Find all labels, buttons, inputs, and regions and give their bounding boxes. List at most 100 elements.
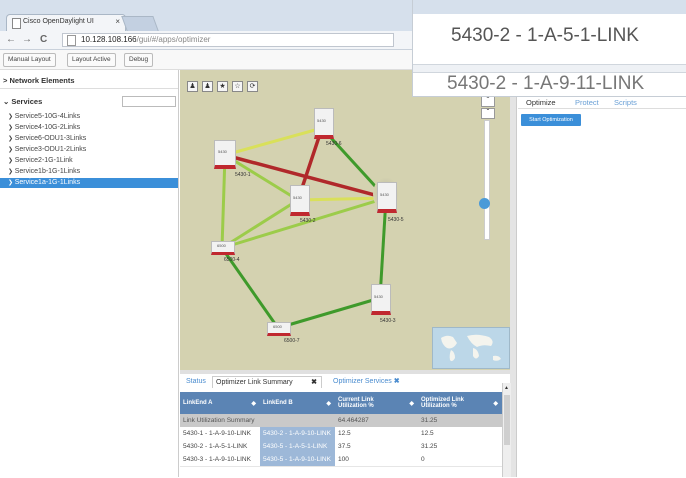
node-label: 5430-5	[388, 217, 404, 223]
divider	[518, 108, 686, 109]
topology-map[interactable]: 5430 5430-1 5430 5430-6 5430 5430-2 5430…	[180, 70, 510, 370]
chevron-right-icon: ❯	[8, 125, 15, 131]
sort-icon: ◆	[251, 400, 256, 407]
sort-icon: ◆	[326, 400, 331, 407]
node-5430-5[interactable]: 5430	[377, 182, 397, 213]
service-item[interactable]: ❯ Service4-10G-2Links	[8, 123, 80, 133]
forward-arrow-icon[interactable]: →	[22, 34, 32, 45]
tab-optimizer-link-summary[interactable]: Optimizer Link Summary ✖	[212, 376, 322, 388]
table-cell: 100	[335, 453, 418, 466]
chevron-right-icon: ❯	[8, 136, 15, 142]
table-cell: 37.5	[335, 440, 418, 453]
node-badge: 5430	[293, 195, 302, 200]
services-header[interactable]: ⌄ Services	[3, 97, 42, 106]
close-tab-icon[interactable]: ×	[115, 17, 120, 26]
table-cell: 12.5	[335, 427, 418, 440]
node-6500-7[interactable]: 6500	[267, 322, 291, 336]
service-item-label: Service5-10G-4Links	[14, 113, 81, 120]
table-row[interactable]: 5430-3 - 1-A-9-10-LINK 5430-5 - 1-A-9-10-…	[180, 453, 502, 467]
start-optimization-button[interactable]: Start Optimization	[521, 114, 581, 126]
summary-label: Link Utilization Summary	[183, 417, 255, 424]
new-tab-button[interactable]	[121, 16, 159, 31]
tab-status[interactable]: Status	[186, 376, 206, 388]
reload-icon[interactable]: C	[40, 34, 47, 45]
world-minimap[interactable]	[432, 327, 510, 369]
table-cell: 5430-5 - 1-A-5-1-LINK	[260, 440, 335, 453]
table-cell: 12.5	[418, 427, 502, 440]
column-header-current-utilization[interactable]: Current Link Utilization % ◆	[335, 392, 418, 414]
table-cell: 5430-5 - 1-A-9-10-LINK	[260, 453, 335, 466]
node-label: 5430-1	[235, 172, 251, 178]
zoom-callout: 5430-2 - 1-A-5-1-LINK 5430-2 - 1-A-9-11-…	[412, 0, 686, 97]
tab-optimizer-services[interactable]: Optimizer Services ✖	[333, 376, 400, 388]
node-5430-6[interactable]: 5430	[314, 108, 334, 139]
layout-active-button[interactable]: Layout Active	[67, 53, 116, 67]
service-item[interactable]: ❯ Service1a-1G-1Links	[0, 178, 178, 188]
column-header-linkend-b[interactable]: LinkEnd B ◆	[260, 392, 335, 414]
user-add-icon[interactable]: ♟	[202, 81, 213, 92]
column-header-optimized-utilization[interactable]: Optimized Link Utilization % ◆	[418, 392, 502, 414]
tab-scripts[interactable]: Scripts	[614, 98, 637, 107]
table-scrollbar[interactable]: ▲	[502, 383, 511, 477]
zoom-out-chevron-icon[interactable]: ˇ	[481, 108, 495, 119]
scrollbar-thumb[interactable]	[504, 395, 510, 445]
node-label: 6500-7	[284, 338, 300, 344]
service-item-label: Service6-ODU1-3Links	[14, 135, 87, 142]
tab-optimize[interactable]: Optimize	[526, 98, 556, 107]
chevron-right-icon: ❯	[8, 158, 15, 164]
chevron-right-icon: ❯	[8, 180, 15, 186]
refresh-icon[interactable]: ⟳	[247, 81, 258, 92]
link-5430-5-5430-3	[378, 197, 388, 299]
table-cell: 31.25	[418, 440, 502, 453]
node-5430-3[interactable]: 5430	[371, 284, 391, 315]
service-item-label: Service2-1G-1Link	[14, 157, 73, 164]
service-item[interactable]: ❯ Service2-1G-1Link	[8, 156, 73, 166]
node-badge: 5430	[317, 118, 326, 123]
node-badge: 5430	[380, 192, 389, 197]
zoom-slider-handle[interactable]	[479, 198, 490, 209]
table-cell: 5430-3 - 1-A-9-10-LINK	[180, 453, 260, 466]
table-cell: 0	[418, 453, 502, 466]
service-item[interactable]: ❯ Service3-ODU1-2Links	[8, 145, 86, 155]
browser-tab-title: Cisco OpenDaylight UI	[23, 18, 94, 25]
table-row[interactable]: 5430-1 - 1-A-9-10-LINK 5430-2 - 1-A-9-10-…	[180, 427, 502, 441]
network-elements-header[interactable]: > Network Elements	[3, 76, 75, 85]
right-panel	[516, 70, 686, 477]
zoom-in-chevron-icon[interactable]: ˆ	[481, 96, 495, 107]
browser-tab[interactable]: Cisco OpenDaylight UI ×	[6, 14, 126, 31]
close-tab-icon[interactable]: ✖	[394, 378, 400, 385]
tab-protect[interactable]: Protect	[575, 98, 599, 107]
service-item[interactable]: ❯ Service1b-1G-1Links	[8, 167, 80, 177]
service-item-label: Service1a-1G-1Links	[14, 179, 81, 186]
node-5430-2[interactable]: 5430	[290, 185, 310, 216]
service-item[interactable]: ❯ Service6-ODU1-3Links	[8, 134, 86, 144]
callout-text-line-2: 5430-2 - 1-A-9-11-LINK	[447, 73, 645, 94]
services-search-input[interactable]	[122, 96, 176, 107]
zoom-slider-track[interactable]	[484, 120, 490, 240]
node-label: 5430-6	[326, 141, 342, 147]
summary-row[interactable]: Link Utilization Summary 64.464287 31.25	[180, 414, 502, 427]
callout-titlebar	[413, 0, 686, 14]
scroll-up-icon[interactable]: ▲	[504, 385, 510, 391]
user-icon[interactable]: ♟	[187, 81, 198, 92]
table-row[interactable]: 5430-2 - 1-A-5-1-LINK 5430-5 - 1-A-5-1-LI…	[180, 440, 502, 454]
star-filled-icon[interactable]: ★	[217, 81, 228, 92]
back-arrow-icon[interactable]: ←	[6, 34, 16, 45]
horizontal-splitter[interactable]	[180, 370, 510, 374]
callout-text-line-1: 5430-2 - 1-A-5-1-LINK	[451, 25, 639, 46]
manual-layout-button[interactable]: Manual Layout	[3, 53, 56, 67]
close-tab-icon[interactable]: ✖	[311, 377, 317, 389]
url-input[interactable]: 10.128.108.166/gui/#/apps/optimizer	[62, 33, 394, 47]
chevron-right-icon: ❯	[8, 114, 15, 120]
page-favicon-icon	[12, 18, 21, 29]
service-item-label: Service3-ODU1-2Links	[14, 146, 87, 153]
star-outline-icon[interactable]: ☆	[232, 81, 243, 92]
link-5430-1-5430-6	[224, 126, 323, 157]
summary-optimized: 31.25	[421, 417, 438, 424]
debug-button[interactable]: Debug	[124, 53, 154, 67]
service-item[interactable]: ❯ Service5-10G-4Links	[8, 112, 80, 122]
node-6500-4[interactable]: 6500	[211, 241, 235, 255]
column-header-linkend-a[interactable]: LinkEnd A ◆	[180, 392, 260, 414]
table-cell: 5430-2 - 1-A-9-10-LINK	[260, 427, 335, 440]
node-5430-1[interactable]: 5430	[214, 140, 236, 169]
